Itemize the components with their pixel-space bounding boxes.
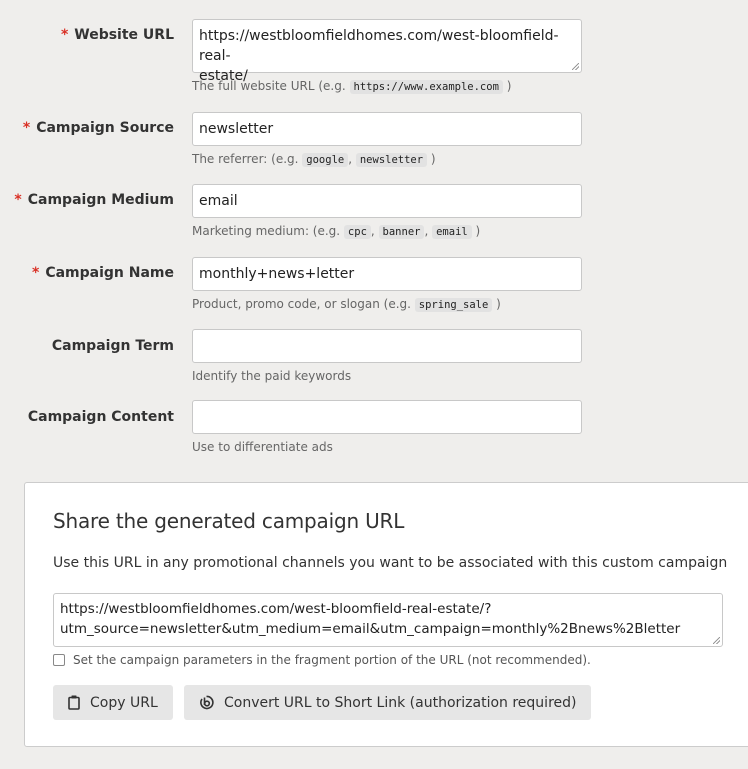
fragment-checkbox[interactable]: [53, 654, 65, 666]
campaign-medium-input[interactable]: email: [192, 184, 582, 218]
resize-handle[interactable]: [713, 637, 720, 644]
campaign-term-help: Identify the paid keywords: [192, 369, 352, 383]
campaign-name-input[interactable]: monthly+news+letter: [192, 257, 582, 291]
bitly-icon: [199, 695, 214, 710]
campaign-source-input[interactable]: newsletter: [192, 112, 582, 146]
clipboard-icon: [68, 695, 80, 710]
resize-handle[interactable]: [572, 63, 579, 70]
campaign-medium-help: Marketing medium: (e.g. cpc, banner, ema…: [192, 224, 481, 239]
campaign-name-label: * Campaign Name: [31, 265, 174, 281]
website-url-label: * Website URL: [60, 27, 174, 43]
campaign-medium-label: * Campaign Medium: [14, 192, 174, 208]
campaign-term-label: Campaign Term: [51, 338, 174, 354]
campaign-source-label: * Campaign Source: [22, 120, 174, 136]
fragment-option[interactable]: Set the campaign parameters in the fragm…: [53, 653, 591, 667]
campaign-name-help: Product, promo code, or slogan (e.g. spr…: [192, 297, 501, 312]
share-panel: Share the generated campaign URL Use thi…: [24, 482, 748, 747]
campaign-term-input[interactable]: [192, 329, 582, 363]
campaign-source-help: The referrer: (e.g. google, newsletter ): [192, 152, 436, 167]
campaign-content-help: Use to differentiate ads: [192, 440, 333, 454]
generated-url-output[interactable]: https://westbloomfieldhomes.com/west-blo…: [53, 593, 723, 647]
website-url-help: The full website URL (e.g. https://www.e…: [192, 79, 512, 94]
share-description: Use this URL in any promotional channels…: [53, 555, 728, 571]
campaign-content-input[interactable]: [192, 400, 582, 434]
website-url-input[interactable]: https://westbloomfieldhomes.com/west-blo…: [192, 19, 582, 84]
required-marker: *: [60, 27, 69, 43]
share-title: Share the generated campaign URL: [53, 509, 405, 533]
campaign-content-label: Campaign Content: [27, 409, 174, 425]
shortlink-button[interactable]: Convert URL to Short Link (authorization…: [184, 685, 592, 720]
copy-url-button[interactable]: Copy URL: [53, 685, 173, 720]
